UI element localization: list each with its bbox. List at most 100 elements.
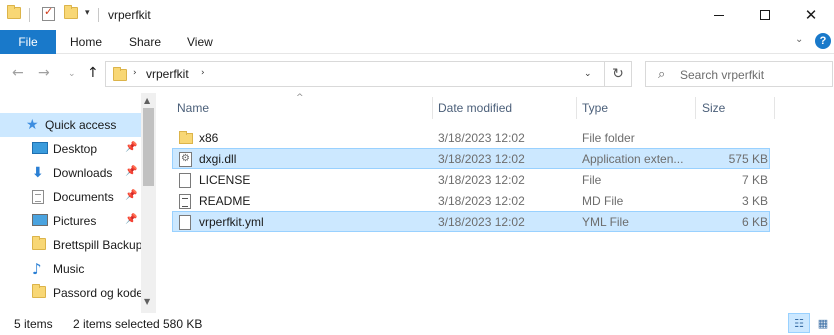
details-view-icon: ☷: [794, 316, 804, 330]
file-type: MD File: [582, 194, 624, 208]
title-bar: ▾ vrperfkit ✕: [0, 0, 834, 30]
help-icon[interactable]: ?: [815, 33, 831, 49]
documents-icon: [32, 190, 44, 204]
music-icon: ♪: [32, 260, 42, 278]
search-input[interactable]: [680, 66, 830, 83]
sidebar-item-brettspill-backup[interactable]: Brettspill Backup: [0, 233, 143, 257]
file-name: README: [199, 194, 251, 208]
customize-toolbar-chevron-icon[interactable]: ▾: [85, 8, 90, 18]
folder-icon[interactable]: [7, 5, 21, 19]
close-icon: ✕: [804, 6, 818, 24]
breadcrumb-vrperfkit[interactable]: vrperfkit: [146, 67, 189, 81]
forward-arrow-icon[interactable]: →: [38, 65, 50, 81]
folder-icon: [32, 236, 46, 250]
scroll-up-icon[interactable]: ▲: [144, 96, 150, 105]
folder-icon: [179, 131, 193, 144]
scroll-down-icon[interactable]: ▼: [144, 297, 150, 306]
navigation-scrollbar[interactable]: ▲ ▼: [141, 93, 156, 313]
sidebar-item-pictures[interactable]: Pictures 📌: [0, 209, 141, 233]
sidebar-item-desktop[interactable]: Desktop 📌: [0, 137, 141, 161]
scrollbar-thumb[interactable]: [143, 108, 154, 186]
large-icons-view-icon: ▦: [817, 316, 829, 330]
new-folder-icon[interactable]: [64, 5, 78, 19]
refresh-icon: ↻: [612, 66, 624, 82]
file-row[interactable]: vrperfkit.yml 3/18/2023 12:02 YML File 6…: [172, 211, 770, 232]
breadcrumb-separator-icon[interactable]: ›: [201, 68, 205, 78]
column-header-date-modified[interactable]: Date modified: [438, 101, 512, 115]
back-arrow-icon[interactable]: ←: [12, 65, 24, 81]
sidebar-item-label: Passord og kode: [53, 286, 144, 300]
file-row[interactable]: LICENSE 3/18/2023 12:02 File 7 KB: [172, 169, 770, 190]
column-header-type[interactable]: Type: [582, 101, 608, 115]
file-row[interactable]: dxgi.dll 3/18/2023 12:02 Application ext…: [172, 148, 770, 169]
pictures-icon: [32, 214, 48, 226]
sidebar-item-documents[interactable]: Documents 📌: [0, 185, 141, 209]
sidebar-item-label: Desktop: [53, 142, 98, 156]
window-title: vrperfkit: [108, 8, 151, 22]
status-item-count: 5 items: [14, 317, 53, 331]
file-icon: [179, 215, 191, 230]
tab-home[interactable]: Home: [70, 35, 102, 49]
file-row[interactable]: x86 3/18/2023 12:02 File folder: [172, 127, 770, 148]
close-button[interactable]: ✕: [788, 0, 834, 30]
pin-icon[interactable]: 📌: [125, 166, 137, 177]
search-box[interactable]: ⌕: [645, 61, 833, 87]
sidebar-item-passord-og-kode[interactable]: Passord og kode: [0, 281, 144, 305]
file-type: File: [582, 173, 602, 187]
sidebar-item-label: Documents: [53, 190, 114, 204]
column-divider[interactable]: [695, 97, 696, 119]
folder-icon: [32, 284, 46, 298]
sidebar-item-downloads[interactable]: ⬇ Downloads 📌: [0, 161, 141, 185]
properties-icon[interactable]: [42, 5, 55, 21]
column-divider[interactable]: [576, 97, 577, 119]
file-size: 3 KB: [741, 194, 768, 208]
address-dropdown-chevron-icon[interactable]: ⌄: [584, 69, 592, 79]
sidebar-item-quick-access[interactable]: ★ Quick access: [0, 113, 141, 137]
file-name: LICENSE: [199, 173, 251, 187]
search-icon: ⌕: [658, 67, 666, 82]
file-row[interactable]: README 3/18/2023 12:02 MD File 3 KB: [172, 190, 770, 211]
details-view-button[interactable]: ☷: [788, 313, 810, 333]
expand-ribbon-chevron-icon[interactable]: ⌄: [795, 34, 803, 45]
file-type: File folder: [582, 131, 635, 145]
file-date: 3/18/2023 12:02: [438, 215, 525, 229]
column-divider[interactable]: [432, 97, 433, 119]
status-selection: 2 items selected: [73, 317, 160, 331]
minimize-icon: [714, 14, 724, 16]
minimize-button[interactable]: [696, 0, 742, 30]
tab-view[interactable]: View: [187, 35, 213, 49]
pin-icon[interactable]: 📌: [125, 214, 137, 225]
tab-share[interactable]: Share: [129, 35, 161, 49]
tab-file[interactable]: File: [0, 30, 56, 54]
folder-icon: [113, 67, 127, 81]
up-arrow-icon[interactable]: ↑: [87, 65, 99, 81]
pin-icon[interactable]: 📌: [125, 142, 137, 153]
sidebar-item-music[interactable]: ♪ Music: [0, 257, 141, 281]
file-size: 7 KB: [741, 173, 768, 187]
file-size: 575 KB: [728, 152, 768, 166]
navigation-pane: ★ Quick access Desktop 📌 ⬇ Downloads 📌 D…: [0, 93, 156, 313]
md-file-icon: [179, 194, 191, 209]
large-icons-view-button[interactable]: ▦: [812, 313, 834, 333]
star-icon: ★: [26, 117, 39, 133]
file-list: ^ Name Date modified Type Size x86 3/18/…: [156, 93, 834, 313]
sidebar-item-label: Music: [53, 262, 85, 276]
column-divider[interactable]: [774, 97, 775, 119]
file-date: 3/18/2023 12:02: [438, 194, 525, 208]
column-header-size[interactable]: Size: [702, 101, 725, 115]
breadcrumb-separator-icon[interactable]: ›: [133, 68, 137, 78]
sidebar-item-label: Brettspill Backup: [53, 238, 143, 252]
recent-locations-chevron-icon[interactable]: ⌄: [68, 69, 76, 79]
sidebar-item-label: Downloads: [53, 166, 113, 180]
toolbar-separator: [29, 8, 30, 22]
file-type: YML File: [582, 215, 629, 229]
column-header-name[interactable]: Name: [177, 101, 209, 115]
sort-ascending-icon: ^: [296, 93, 304, 103]
file-name: x86: [199, 131, 219, 145]
address-bar[interactable]: › vrperfkit › ⌄: [105, 61, 605, 87]
file-date: 3/18/2023 12:02: [438, 152, 525, 166]
maximize-button[interactable]: [742, 0, 788, 30]
pin-icon[interactable]: 📌: [125, 190, 137, 201]
refresh-button[interactable]: ↻: [604, 61, 632, 87]
desktop-icon: [32, 142, 48, 154]
